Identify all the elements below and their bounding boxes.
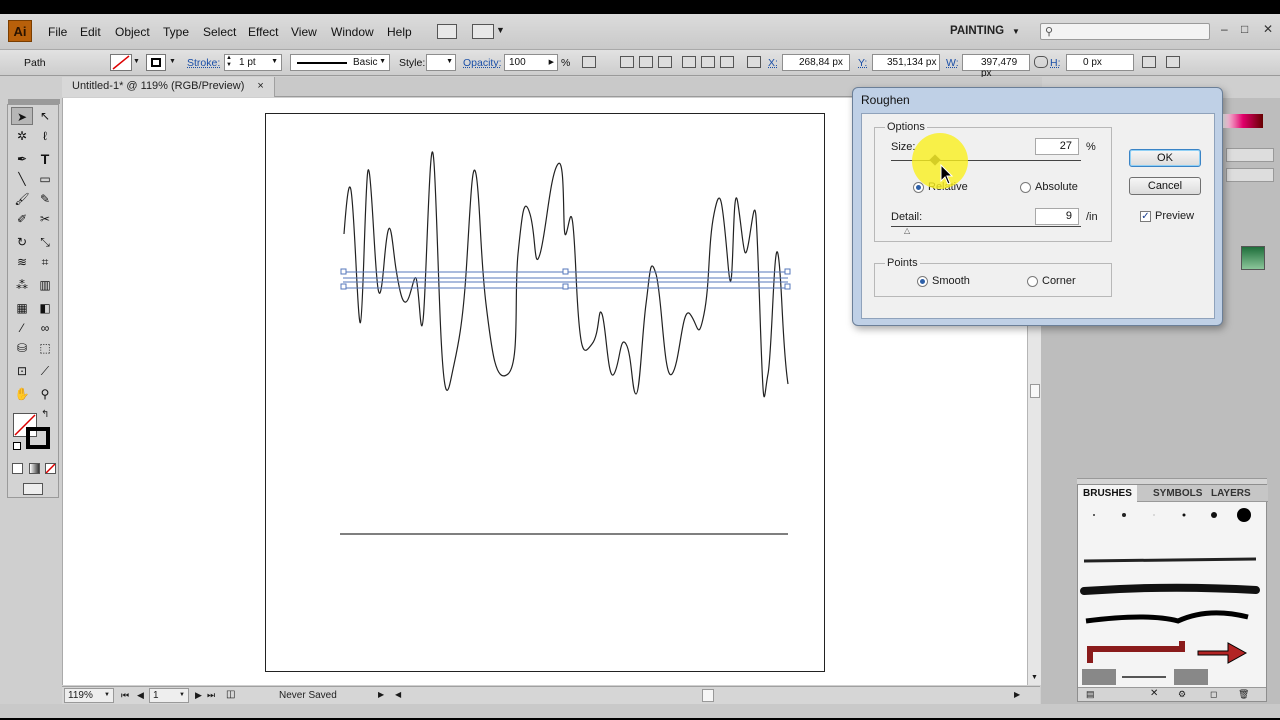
brushes-panel: BRUSHES SYMBOLS LAYERS ▤ ✕ ⚙ ◻ 🗑	[1077, 484, 1268, 702]
zoom-value: 119%	[68, 690, 93, 701]
artboard-number: 1	[153, 690, 159, 701]
size-unit: %	[1086, 141, 1096, 153]
detail-slider-thumb[interactable]: △	[904, 226, 910, 235]
close-icon[interactable]: ✕	[1263, 22, 1273, 36]
smooth-label[interactable]: Smooth	[932, 275, 970, 287]
tab-symbols[interactable]: SYMBOLS	[1148, 485, 1207, 502]
detail-label: Detail:	[891, 211, 923, 223]
brushes-panel-footer: ▤ ✕ ⚙ ◻ 🗑	[1078, 687, 1266, 701]
status-menu-icon[interactable]: ▶	[378, 690, 384, 699]
brush-options-icon[interactable]: ⚙	[1178, 689, 1186, 700]
illustrator-window: Ai File Edit Object Type Select Effect V…	[0, 14, 1280, 718]
remove-brush-stroke-icon[interactable]: ✕	[1150, 688, 1158, 699]
help-search-input[interactable]: ⚲	[1040, 23, 1210, 40]
detail-slider[interactable]	[891, 226, 1081, 227]
h-field[interactable]: 0 px	[1066, 54, 1134, 71]
first-artboard-icon[interactable]: ⏮	[121, 690, 129, 701]
graphic-style-thumbnail[interactable]	[1241, 246, 1265, 270]
detail-unit: /in	[1086, 211, 1098, 223]
chevron-down-icon: ▼	[104, 692, 110, 698]
save-state-text: Never Saved	[279, 690, 337, 701]
delete-brush-icon[interactable]: 🗑	[1238, 689, 1249, 700]
transform-icon[interactable]	[1142, 56, 1156, 68]
panel-strip-swatches[interactable]	[1226, 148, 1274, 162]
h-label[interactable]: H:	[1050, 57, 1061, 69]
color-spectrum[interactable]	[1223, 114, 1263, 128]
options-legend: Options	[885, 121, 927, 133]
control-panel-menu-icon[interactable]	[1166, 56, 1180, 68]
roughen-dialog: Roughen Options Size: 27 % Relative Abso…	[852, 87, 1223, 326]
preview-checkbox[interactable]: ✓	[1140, 211, 1151, 222]
h-value: 0 px	[1083, 57, 1102, 68]
status-info-icon[interactable]: ◫	[226, 689, 235, 700]
corner-radio[interactable]	[1027, 276, 1038, 287]
cancel-button[interactable]: Cancel	[1129, 177, 1201, 195]
horizontal-scroll-thumb[interactable]	[702, 689, 714, 702]
zoom-dropdown[interactable]: 119% ▼	[64, 688, 114, 703]
size-label: Size:	[891, 141, 916, 153]
search-icon: ⚲	[1045, 26, 1054, 38]
preview-label[interactable]: Preview	[1155, 210, 1194, 222]
points-group: Points Smooth Corner	[874, 257, 1112, 297]
dialog-title: Roughen	[861, 93, 910, 107]
panel-strip-swatches-2[interactable]	[1226, 168, 1274, 182]
tab-layers[interactable]: LAYERS	[1206, 485, 1256, 502]
ok-button[interactable]: OK	[1129, 149, 1201, 167]
points-legend: Points	[885, 257, 920, 269]
absolute-radio[interactable]	[1020, 182, 1031, 193]
scroll-right-icon[interactable]: ▶	[1014, 690, 1020, 699]
tab-brushes[interactable]: BRUSHES	[1078, 485, 1137, 502]
detail-field[interactable]: 9	[1035, 208, 1079, 225]
brush-previews[interactable]	[1078, 503, 1266, 687]
previous-artboard-icon[interactable]: ◀	[137, 690, 144, 701]
corner-label[interactable]: Corner	[1042, 275, 1076, 287]
status-bar: 119% ▼ ⏮ ◀ 1 ▼ ▶ ⏭ ◫ Never Saved ▶ ◀ ▶	[62, 686, 1040, 704]
scroll-thumb[interactable]	[1030, 384, 1040, 398]
scroll-left-icon[interactable]: ◀	[395, 690, 401, 699]
options-group: Options Size: 27 % Relative Absolute Det…	[874, 121, 1112, 242]
relative-radio[interactable]	[913, 182, 924, 193]
window-bottom-edge	[0, 704, 1280, 718]
detail-value: 9	[1065, 210, 1072, 222]
size-value: 27	[1059, 140, 1072, 152]
selection-bounding-box	[340, 268, 791, 290]
dialog-body: Options Size: 27 % Relative Absolute Det…	[861, 113, 1215, 319]
last-artboard-icon[interactable]: ⏭	[207, 690, 215, 701]
absolute-label[interactable]: Absolute	[1035, 181, 1078, 193]
scroll-down-icon[interactable]: ▼	[1031, 674, 1038, 681]
size-field[interactable]: 27	[1035, 138, 1079, 155]
minimize-icon[interactable]: –	[1221, 22, 1228, 36]
new-brush-icon[interactable]: ◻	[1210, 689, 1217, 700]
next-artboard-icon[interactable]: ▶	[195, 690, 202, 701]
maximize-icon[interactable]: □	[1241, 22, 1248, 36]
smooth-radio[interactable]	[917, 276, 928, 287]
chevron-down-icon: ▼	[179, 692, 185, 698]
mouse-cursor-icon	[940, 164, 954, 185]
brush-libraries-icon[interactable]: ▤	[1086, 689, 1095, 700]
artboard-number-dropdown[interactable]: 1 ▼	[149, 688, 189, 703]
panel-empty-area	[1077, 398, 1267, 480]
